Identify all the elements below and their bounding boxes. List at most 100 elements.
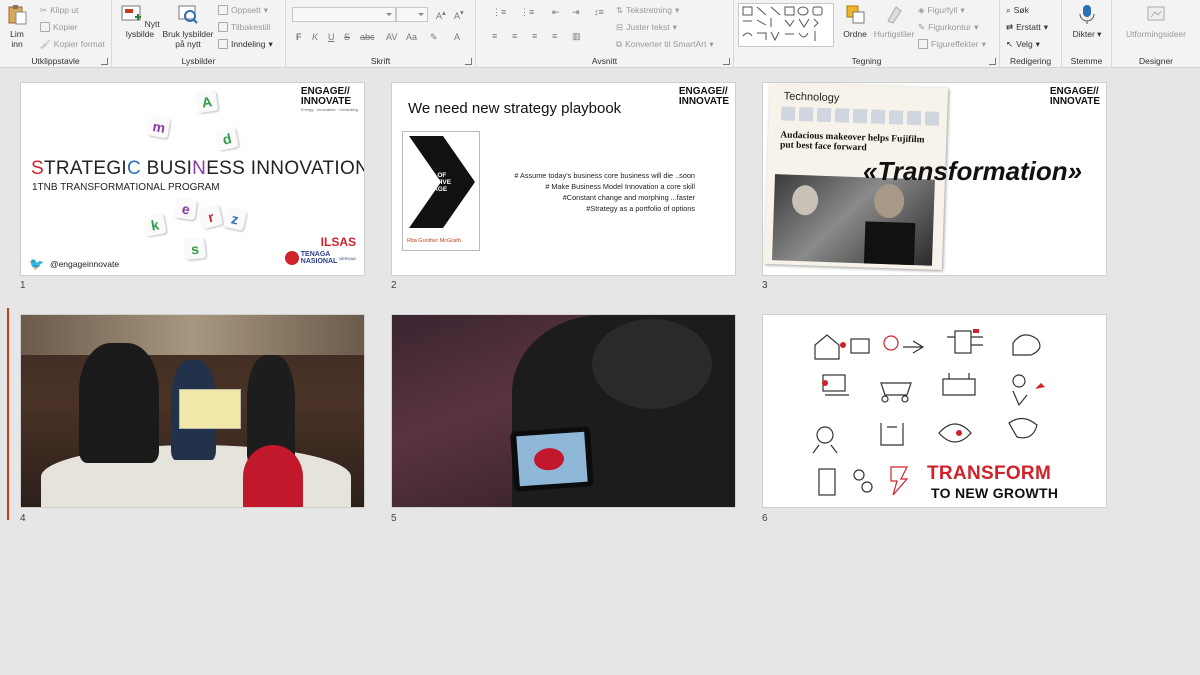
paste-button[interactable]: Lim inn xyxy=(4,3,30,49)
slide-1-subtitle: 1TNB TRANSFORMATIONAL PROGRAM xyxy=(32,182,220,193)
reset-button[interactable]: Tilbakestill xyxy=(218,21,270,33)
engage-innovate-logo: ENGAGE// INNOVATE xyxy=(1049,86,1100,107)
photo-person xyxy=(243,445,303,507)
letter-tile: s xyxy=(184,238,206,260)
slide-2-title: We need new strategy playbook xyxy=(408,100,622,117)
align-text-label: Juster tekst xyxy=(626,22,670,32)
slide-2-bullets: # Assume today's business core business … xyxy=(514,171,695,213)
paint-bucket-icon: ◈ xyxy=(918,4,925,15)
copy-icon xyxy=(40,22,50,32)
quick-styles-label: Hurtigstiler xyxy=(873,29,915,39)
letter-tile: k xyxy=(143,213,167,237)
letter-tile: e xyxy=(174,197,198,221)
shape-outline-label: Figurkontur xyxy=(928,22,972,32)
char-spacing-button[interactable]: AV xyxy=(386,32,397,42)
replace-button[interactable]: ⇄ Erstatt ▾ xyxy=(1006,21,1048,33)
shape-effects-button[interactable]: Figureffekter ▾ xyxy=(918,38,986,50)
font-size-combo[interactable] xyxy=(396,7,428,22)
increase-indent-icon[interactable]: ⇥ xyxy=(572,7,580,18)
slide-1-title: STRATEGIC BUSINESS INNOVATION xyxy=(31,158,365,179)
editing-group-label: Redigering xyxy=(1009,56,1052,66)
section-label: Inndeling xyxy=(231,39,266,49)
group-editing: ⌕ Søk ⇄ Erstatt ▾ ↖ Velg ▾ Redigering xyxy=(1000,0,1062,68)
shape-outline-button[interactable]: ✎ Figurkontur ▾ xyxy=(918,21,978,33)
strikethrough-alt-icon[interactable]: abc xyxy=(360,32,375,42)
reuse-slides-button[interactable]: Bruk lysbilder på nytt xyxy=(160,3,216,49)
highlight-icon[interactable]: ✎ xyxy=(430,32,438,43)
slide-number: 1 xyxy=(20,280,26,291)
drawing-launcher[interactable] xyxy=(989,58,996,65)
format-painter-button[interactable]: 🖌 Kopier format xyxy=(40,38,105,50)
text-direction-icon: ⇅ xyxy=(616,4,624,15)
twitter-handle: 🐦 @engageinnovate xyxy=(29,257,120,271)
grow-font-icon[interactable]: A▴ xyxy=(436,8,446,21)
font-launcher[interactable] xyxy=(465,58,472,65)
font-family-combo[interactable] xyxy=(292,7,396,22)
underline-button[interactable]: U xyxy=(328,32,335,42)
columns-icon[interactable]: ▥ xyxy=(572,31,581,42)
reuse-slides-icon xyxy=(178,5,198,24)
slide-thumbnail-6[interactable]: TRANSFORM TO NEW GROWTH xyxy=(762,314,1107,508)
bullets-icon[interactable]: ⋮≡ xyxy=(492,7,506,18)
justify-icon[interactable]: ≡ xyxy=(552,31,557,41)
book-author: Rita Gunther McGrath xyxy=(407,238,461,244)
quick-styles-button[interactable]: Hurtigstiler xyxy=(872,3,916,39)
book-cover: THE END OF COMPETITIVE ADVANTAGE Rita Gu… xyxy=(402,131,480,251)
italic-button[interactable]: K xyxy=(312,32,318,42)
bold-button[interactable]: F xyxy=(296,32,302,42)
replace-icon: ⇄ xyxy=(1006,21,1014,32)
new-slide-button[interactable]: Nytt lysbilde xyxy=(120,3,160,39)
photo-head xyxy=(592,319,712,409)
transform-tagline: TRANSFORM xyxy=(927,463,1052,484)
select-button[interactable]: ↖ Velg ▾ xyxy=(1006,38,1040,50)
line-spacing-icon[interactable]: ↕≡ xyxy=(594,7,604,17)
news-section: Technology xyxy=(783,90,840,105)
reset-label: Tilbakestill xyxy=(231,22,271,32)
slide-thumbnail-4[interactable] xyxy=(20,314,365,508)
strikethrough-button[interactable]: S xyxy=(344,32,350,42)
slide-thumbnail-2[interactable]: ENGAGE// INNOVATE We need new strategy p… xyxy=(391,82,736,276)
arrange-button[interactable]: Ordne xyxy=(838,3,872,39)
scissors-icon: ✂ xyxy=(40,4,48,15)
twitter-bird-icon: 🐦 xyxy=(29,257,44,271)
smartart-button[interactable]: ⧉ Konverter til SmartArt ▾ xyxy=(616,38,714,50)
layout-button[interactable]: Oppsett ▾ xyxy=(218,4,268,16)
engage-innovate-logo: ENGAGE// INNOVATE xyxy=(678,86,729,107)
voice-group-label: Stemme xyxy=(1070,56,1103,66)
tenaga-logo: TENAGA NASIONAL BERHAD xyxy=(284,251,356,265)
slide-thumbnail-3[interactable]: Technology Audacious makeover helps Fuji… xyxy=(762,82,1107,276)
drawing-group-label: Tegning xyxy=(851,56,882,66)
align-text-button[interactable]: ⊟ Juster tekst ▾ xyxy=(616,21,677,33)
copy-button[interactable]: Kopier xyxy=(40,21,78,33)
paste-icon xyxy=(8,5,27,25)
cursor-icon: ↖ xyxy=(1006,38,1014,49)
section-button[interactable]: Inndeling ▾ xyxy=(218,38,273,50)
shape-fill-button[interactable]: ◈ Figurfyll ▾ xyxy=(918,4,965,16)
align-center-icon[interactable]: ≡ xyxy=(512,31,517,41)
slide-thumbnail-5[interactable] xyxy=(391,314,736,508)
slide-thumbnail-1[interactable]: ENGAGE// INNOVATE Energy · Innovation · C… xyxy=(20,82,365,276)
find-label: Søk xyxy=(1013,5,1029,15)
shapes-gallery[interactable] xyxy=(738,3,834,47)
news-photo xyxy=(772,174,935,266)
slide-number: 6 xyxy=(762,513,768,524)
change-case-button[interactable]: Aa xyxy=(406,32,417,42)
copy-label: Kopier xyxy=(53,22,78,32)
decrease-indent-icon[interactable]: ⇤ xyxy=(552,7,560,18)
group-drawing: Ordne Hurtigstiler ◈ Figurfyll ▾ ✎ Figurko… xyxy=(734,0,1000,68)
group-designer: Utformingsideer Designer xyxy=(1112,0,1200,68)
align-right-icon[interactable]: ≡ xyxy=(532,31,537,41)
designer-group-label: Designer xyxy=(1138,56,1174,66)
text-direction-button[interactable]: ⇅ Tekstretning ▾ xyxy=(616,4,679,16)
shrink-font-icon[interactable]: A▾ xyxy=(454,8,464,21)
font-color-icon[interactable]: A xyxy=(454,32,460,42)
find-button[interactable]: ⌕ Søk xyxy=(1006,4,1029,16)
design-ideas-button[interactable]: Utformingsideer xyxy=(1116,3,1196,39)
letter-tile: z xyxy=(223,207,247,231)
paragraph-launcher[interactable] xyxy=(723,58,730,65)
align-left-icon[interactable]: ≡ xyxy=(492,31,497,41)
clipboard-launcher[interactable] xyxy=(101,58,108,65)
cut-button[interactable]: ✂ Klipp ut xyxy=(40,4,78,16)
numbering-icon[interactable]: ⋮≡ xyxy=(520,7,534,18)
dictate-button[interactable]: Dikter ▾ xyxy=(1068,3,1106,39)
